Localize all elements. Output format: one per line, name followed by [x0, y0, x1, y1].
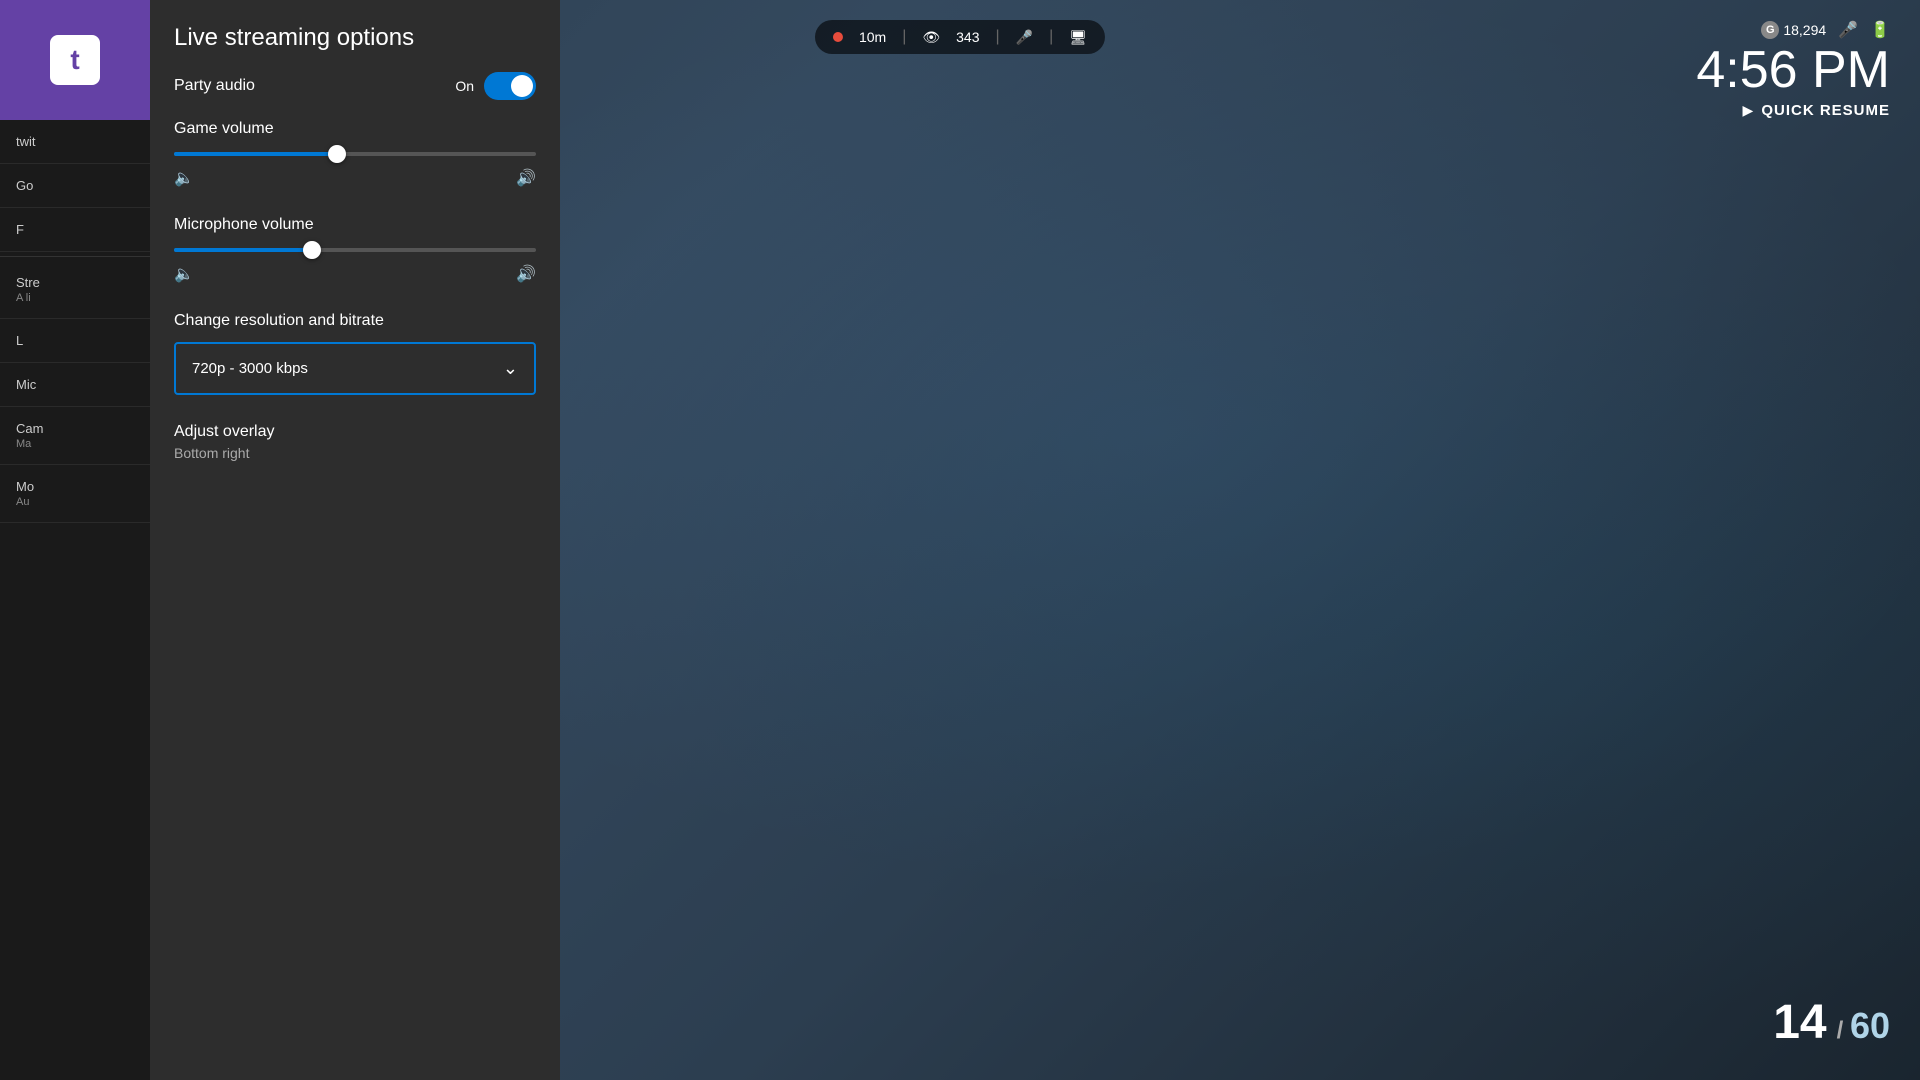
- game-volume-section: Game volume 🔈 🔊: [174, 120, 536, 188]
- top-hud-bar: 10m | 👁 343 | 🎤 | 🖥: [815, 20, 1105, 54]
- sidebar-item-twitch[interactable]: twit: [0, 120, 150, 164]
- resolution-selected-value: 720p - 3000 kbps: [192, 360, 308, 377]
- sidebar-item-mic[interactable]: Mic: [0, 363, 150, 407]
- party-audio-label: Party audio: [174, 77, 255, 95]
- overlay-section: Adjust overlay Bottom right: [174, 423, 536, 461]
- top-right-hud: G 18,294 🎤 🔋 4:56 PM ▶ QUICK RESUME: [1696, 20, 1890, 119]
- sidebar-item-live[interactable]: L: [0, 319, 150, 363]
- sidebar-item-go[interactable]: Go: [0, 164, 150, 208]
- microphone-volume-slider-track[interactable]: [174, 248, 536, 252]
- quick-resume-label: QUICK RESUME: [1761, 102, 1890, 119]
- sidebar-item-following[interactable]: F: [0, 208, 150, 252]
- ammo-separator: /: [1837, 1017, 1850, 1044]
- live-streaming-panel: Live streaming options Party audio On Ga…: [150, 0, 560, 1080]
- resolution-dropdown[interactable]: 720p - 3000 kbps ⌄: [174, 342, 536, 395]
- sidebar-item-camera[interactable]: Cam Ma: [0, 407, 150, 465]
- volume-high-icon: 🔊: [516, 168, 536, 188]
- microphone-volume-label: Microphone volume: [174, 216, 536, 234]
- microphone-volume-section: Microphone volume 🔈 🔊: [174, 216, 536, 284]
- mic-low-icon: 🔈: [174, 264, 194, 284]
- panel-title: Live streaming options: [150, 0, 560, 72]
- resolution-section: Change resolution and bitrate 720p - 300…: [174, 312, 536, 395]
- microphone-volume-fill: [174, 248, 312, 252]
- resolution-label: Change resolution and bitrate: [174, 312, 536, 330]
- game-volume-label: Game volume: [174, 120, 536, 138]
- gamerscore-stat: G 18,294: [1761, 21, 1826, 39]
- sidebar-item-more[interactable]: Mo Au: [0, 465, 150, 523]
- hud-separator-3: |: [1049, 28, 1053, 46]
- hud-display-icon: 🖥: [1069, 29, 1087, 46]
- eye-icon: 👁: [922, 29, 940, 46]
- party-audio-row: Party audio On: [174, 72, 536, 100]
- top-right-stats: G 18,294 🎤 🔋: [1696, 20, 1890, 40]
- sidebar-divider: [0, 256, 150, 257]
- game-volume-fill: [174, 152, 337, 156]
- party-audio-toggle[interactable]: [484, 72, 536, 100]
- hud-separator-2: |: [996, 28, 1000, 46]
- sidebar: t twit Go F Stre A li L Mic Cam Ma Mo Au: [0, 0, 150, 1080]
- party-audio-toggle-container: On: [455, 72, 536, 100]
- sidebar-header: t: [0, 0, 150, 120]
- play-icon: ▶: [1743, 102, 1754, 119]
- volume-low-icon: 🔈: [174, 168, 194, 188]
- hud-mic-icon: 🎤: [1016, 29, 1033, 46]
- hud-separator-1: |: [902, 28, 906, 46]
- battery-icon: 🔋: [1870, 20, 1890, 40]
- quick-resume-button[interactable]: ▶ QUICK RESUME: [1696, 102, 1890, 119]
- mic-high-icon: 🔊: [516, 264, 536, 284]
- hud-viewers: 343: [956, 29, 979, 45]
- hud-duration: 10m: [859, 29, 886, 45]
- sidebar-item-stream[interactable]: Stre A li: [0, 261, 150, 319]
- game-volume-icons: 🔈 🔊: [174, 168, 536, 188]
- gamerscore-value: 18,294: [1783, 22, 1826, 38]
- game-volume-thumb[interactable]: [328, 145, 346, 163]
- ammo-current: 14: [1773, 996, 1826, 1049]
- live-dot: [833, 32, 843, 42]
- microphone-volume-thumb[interactable]: [303, 241, 321, 259]
- panel-content: Party audio On Game volume 🔈 🔊 Microphon…: [150, 72, 560, 461]
- overlay-subtitle: Bottom right: [174, 445, 536, 461]
- twitch-logo: t: [50, 35, 100, 85]
- clock-display: 4:56 PM: [1696, 44, 1890, 96]
- dropdown-chevron-icon: ⌄: [503, 358, 518, 379]
- toggle-knob: [511, 75, 533, 97]
- party-audio-toggle-text: On: [455, 78, 474, 94]
- ammo-reserve: 60: [1850, 1005, 1890, 1046]
- mic-hud-icon: 🎤: [1838, 20, 1858, 40]
- microphone-volume-icons: 🔈 🔊: [174, 264, 536, 284]
- overlay-title[interactable]: Adjust overlay: [174, 423, 536, 441]
- game-volume-slider-track[interactable]: [174, 152, 536, 156]
- g-icon: G: [1761, 21, 1779, 39]
- ammo-hud: 14 / 60: [1773, 995, 1890, 1050]
